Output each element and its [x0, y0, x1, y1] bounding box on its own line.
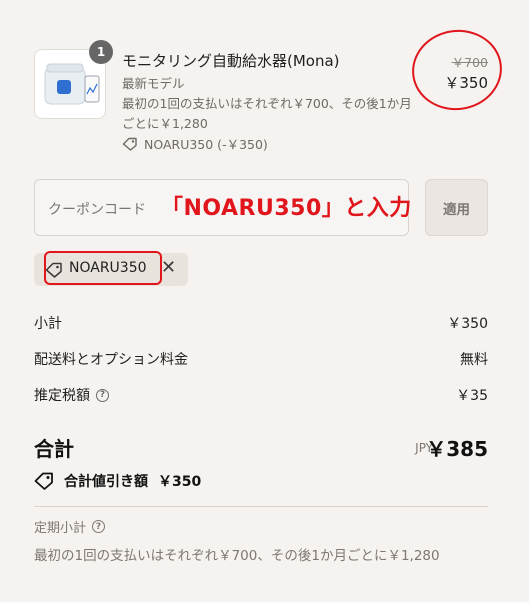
tag-icon — [34, 472, 53, 490]
subtotal-value: ￥350 — [447, 316, 488, 332]
coupon-annotation-box — [44, 251, 162, 285]
product-discount-text: NOARU350 (-￥350) — [144, 137, 268, 152]
product-discount: NOARU350 (-￥350) — [122, 134, 268, 153]
quantity-badge: 1 — [89, 40, 113, 64]
coupon-annotation: 「NOARU350」と入力 — [161, 196, 412, 221]
remove-coupon-icon[interactable]: ✕ — [161, 258, 176, 278]
total-label: 合計 — [34, 437, 74, 461]
product-variant: 最新モデル — [122, 76, 185, 91]
total-value: ￥385 — [426, 437, 488, 461]
subscription-label-text: 定期小計 — [34, 521, 87, 536]
subtotal-label-text: 小計 — [34, 316, 62, 332]
subtotal-label: 小計 — [34, 313, 62, 333]
divider — [34, 506, 488, 507]
tag-icon — [122, 137, 137, 151]
subscription-note: 最初の1回の支払いはそれぞれ￥700、その後1か月ごとに￥1,280 — [122, 96, 412, 131]
savings-value: ￥350 — [158, 474, 202, 490]
coupon-placeholder: クーポンコード — [48, 202, 146, 218]
subscription-subtotal-note: 最初の1回の支払いはそれぞれ￥700、その後1か月ごとに￥1,280 — [34, 548, 440, 564]
tax-value: ￥35 — [456, 388, 488, 404]
shipping-label-text: 配送料とオプション料金 — [34, 352, 188, 368]
shipping-value: 無料 — [460, 352, 488, 368]
savings-label: 合計値引き額 — [64, 474, 148, 490]
product-title: モニタリング自動給水器(Mona) — [122, 52, 340, 70]
apply-button[interactable]: 適用 — [425, 179, 488, 236]
tax-label: 推定税額 ? — [34, 385, 109, 405]
tax-label-text: 推定税額 — [34, 388, 90, 404]
help-icon[interactable]: ? — [92, 520, 106, 533]
shipping-label: 配送料とオプション料金 — [34, 349, 188, 369]
subscription-subtotal-label: 定期小計 ? — [34, 517, 106, 536]
total-savings: 合計値引き額 ￥350 — [34, 471, 201, 491]
help-icon[interactable]: ? — [96, 388, 109, 402]
